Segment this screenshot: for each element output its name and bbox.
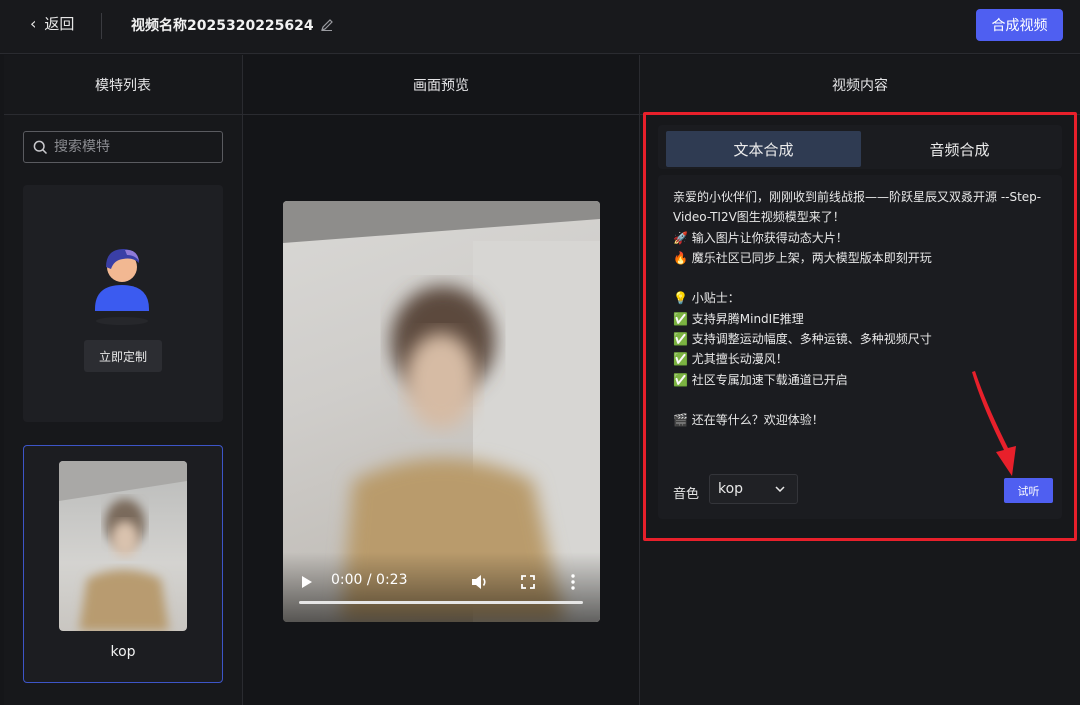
content-header: 视频内容 — [640, 55, 1080, 115]
chevron-down-icon — [775, 486, 785, 492]
model-list-column: 模特列表 立即定制 kop — [4, 55, 243, 705]
chevron-left-icon: ‹ — [30, 14, 37, 33]
model-card-kop[interactable]: kop — [23, 445, 223, 683]
preview-column: 画面预览 0:00 / 0:23 — [243, 55, 640, 705]
preview-header: 画面预览 — [243, 55, 639, 115]
voice-select[interactable]: kop — [709, 474, 798, 504]
voice-select-value: kop — [718, 481, 744, 497]
video-title-area: 视频名称2025320225624 — [131, 15, 334, 35]
synthesis-tabs: 文本合成 音频合成 — [658, 125, 1062, 169]
video-progress-bar[interactable] — [299, 601, 583, 604]
model-search-box[interactable] — [23, 131, 223, 163]
custom-model-card[interactable]: 立即定制 — [23, 185, 223, 422]
model-portrait-image — [59, 461, 187, 631]
video-controls: 0:00 / 0:23 — [283, 552, 600, 622]
avatar-placeholder-icon — [95, 249, 149, 325]
video-time: 0:00 / 0:23 — [331, 572, 408, 588]
volume-icon[interactable] — [471, 574, 489, 590]
model-name: kop — [110, 644, 136, 660]
edit-pencil-icon[interactable] — [320, 18, 334, 32]
red-arrow-annotation — [972, 371, 1016, 476]
model-list-header: 模特列表 — [4, 55, 242, 115]
listen-button[interactable]: 试听 — [1004, 478, 1053, 503]
tab-text-synthesis[interactable]: 文本合成 — [666, 131, 861, 167]
content-column: 视频内容 文本合成 音频合成 亲爱的小伙伴们，刚刚收到前线战报——阶跃星辰又双叒… — [640, 55, 1080, 705]
search-icon — [33, 140, 48, 154]
more-options-icon[interactable] — [571, 574, 575, 590]
video-title: 视频名称2025320225624 — [131, 18, 314, 34]
model-search-input[interactable] — [54, 139, 214, 155]
custom-now-button[interactable]: 立即定制 — [84, 340, 162, 372]
top-bar: ‹ 返回 视频名称2025320225624 合成视频 — [0, 0, 1080, 54]
tab-audio-synthesis[interactable]: 音频合成 — [862, 131, 1057, 167]
fullscreen-icon[interactable] — [521, 575, 535, 589]
play-icon[interactable] — [301, 575, 313, 589]
model-thumbnail — [59, 461, 187, 631]
video-player[interactable]: 0:00 / 0:23 — [283, 201, 600, 622]
header-divider — [101, 13, 102, 39]
back-button[interactable]: ‹ 返回 — [30, 13, 74, 34]
voice-label: 音色 — [673, 487, 700, 502]
compose-video-button[interactable]: 合成视频 — [976, 9, 1063, 41]
back-label: 返回 — [44, 15, 75, 33]
